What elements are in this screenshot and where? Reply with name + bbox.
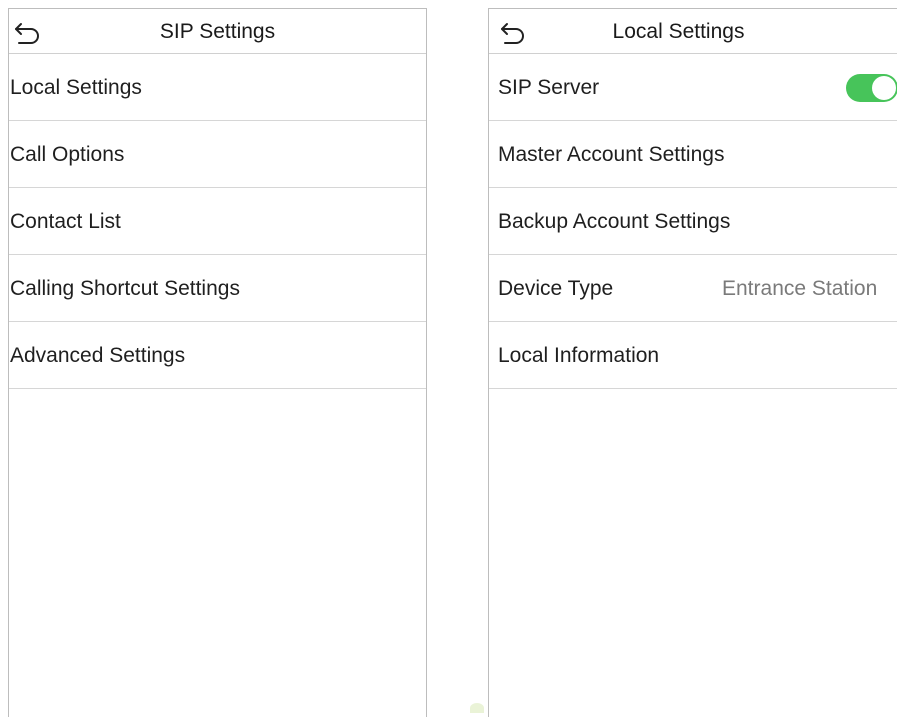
menu-item-label: Calling Shortcut Settings (10, 277, 240, 300)
menu-item-label: Call Options (10, 143, 125, 166)
setting-label: Local Information (498, 344, 660, 367)
setting-label: Device Type (498, 277, 614, 300)
setting-label: Master Account Settings (498, 143, 725, 166)
setting-device-type[interactable]: Device Type Entrance Station (489, 255, 897, 322)
device-type-value: Entrance Station (722, 277, 878, 300)
page-title: Local Settings (612, 20, 745, 43)
menu-item-label: Advanced Settings (10, 344, 186, 367)
menu-item-contact-list[interactable]: Contact List (9, 188, 426, 255)
menu-item-label: Contact List (10, 210, 121, 233)
local-settings-screen: Local Settings SIP Server Master Account… (488, 8, 897, 717)
sip-settings-screen: SIP Settings Local Settings Call Options… (8, 8, 427, 717)
setting-local-information[interactable]: Local Information (489, 322, 897, 389)
watermark-fragment (470, 703, 484, 713)
title-bar: Local Settings (489, 9, 897, 54)
menu-item-label: Local Settings (10, 76, 142, 99)
sip-server-toggle[interactable] (846, 74, 897, 102)
setting-master-account[interactable]: Master Account Settings (489, 121, 897, 188)
menu-item-local-settings[interactable]: Local Settings (9, 54, 426, 121)
setting-sip-server: SIP Server (489, 54, 897, 121)
menu-item-calling-shortcut-settings[interactable]: Calling Shortcut Settings (9, 255, 426, 322)
setting-label: SIP Server (498, 76, 600, 99)
menu-item-advanced-settings[interactable]: Advanced Settings (9, 322, 426, 389)
toggle-knob (872, 76, 896, 100)
title-bar: SIP Settings (9, 9, 426, 54)
menu-item-call-options[interactable]: Call Options (9, 121, 426, 188)
setting-backup-account[interactable]: Backup Account Settings (489, 188, 897, 255)
page-title: SIP Settings (159, 20, 276, 43)
setting-label: Backup Account Settings (498, 210, 731, 233)
